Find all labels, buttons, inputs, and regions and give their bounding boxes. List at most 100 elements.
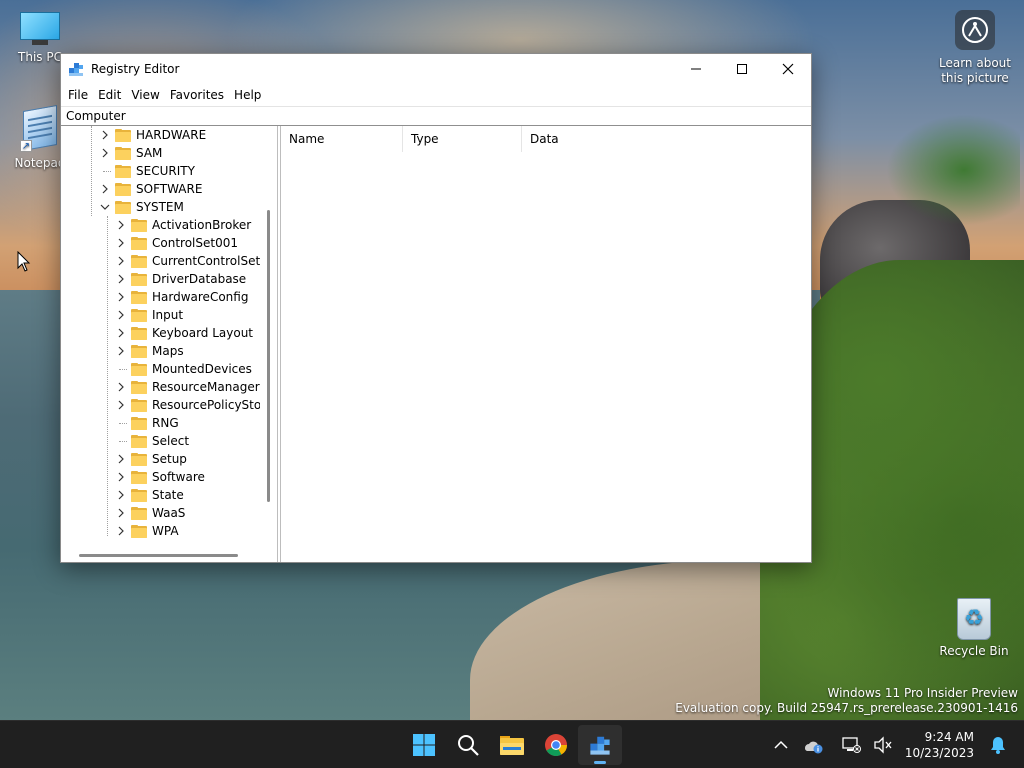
- tree-hscroll-thumb[interactable]: [79, 554, 238, 557]
- chevron-right-icon[interactable]: [115, 234, 127, 252]
- tree-item-input[interactable]: Input: [115, 306, 183, 324]
- learn-about-label: Learn about this picture: [939, 56, 1011, 85]
- menu-file[interactable]: File: [63, 88, 93, 102]
- tree-item-state[interactable]: State: [115, 486, 184, 504]
- chevron-up-icon: [774, 740, 788, 749]
- tree-item-sam[interactable]: SAM: [99, 144, 162, 162]
- registry-editor-window[interactable]: Registry Editor File Edit View Favorites…: [60, 53, 812, 563]
- column-headers: Name Type Data: [281, 125, 811, 152]
- tree-connector: [99, 162, 111, 180]
- tree-item-label: SYSTEM: [136, 200, 184, 214]
- chevron-right-icon[interactable]: [115, 450, 127, 468]
- column-header-data[interactable]: Data: [522, 126, 809, 152]
- show-hidden-icons-button[interactable]: [769, 733, 793, 757]
- registry-editor-button[interactable]: [578, 725, 622, 765]
- chevron-right-icon[interactable]: [115, 288, 127, 306]
- chevron-right-icon[interactable]: [115, 504, 127, 522]
- maximize-icon: [737, 64, 747, 74]
- tree-item-keyboard-layout[interactable]: Keyboard Layout: [115, 324, 253, 342]
- maximize-button[interactable]: [719, 54, 765, 84]
- folder-icon: [115, 128, 131, 142]
- window-title: Registry Editor: [91, 62, 180, 76]
- menu-edit[interactable]: Edit: [93, 88, 126, 102]
- chevron-right-icon[interactable]: [115, 324, 127, 342]
- tree-item-mounteddevices[interactable]: MountedDevices: [115, 360, 252, 378]
- chevron-right-icon[interactable]: [115, 216, 127, 234]
- column-header-name[interactable]: Name: [281, 125, 403, 152]
- chevron-right-icon[interactable]: [99, 180, 111, 198]
- tree-connector: [115, 360, 127, 378]
- tree-item-hardware[interactable]: HARDWARE: [99, 126, 206, 144]
- chevron-right-icon[interactable]: [115, 486, 127, 504]
- tree-item-label: ResourcePolicyStore: [152, 398, 274, 412]
- address-bar[interactable]: Computer: [61, 106, 811, 126]
- registry-app-icon: [590, 736, 610, 755]
- tree-guide-line: [91, 126, 92, 216]
- chevron-right-icon[interactable]: [115, 522, 127, 540]
- tree-item-rng[interactable]: RNG: [115, 414, 179, 432]
- tree-item-label: MountedDevices: [152, 362, 252, 376]
- tree-item-label: SOFTWARE: [136, 182, 203, 196]
- tree-item-waas[interactable]: WaaS: [115, 504, 185, 522]
- folder-icon: [131, 488, 147, 502]
- chevron-right-icon[interactable]: [115, 342, 127, 360]
- folder-icon: [115, 146, 131, 160]
- onedrive-status-button[interactable]: [801, 733, 825, 757]
- tree-item-security[interactable]: SECURITY: [99, 162, 195, 180]
- desktop-icon-recycle-bin[interactable]: ♻ Recycle Bin: [934, 598, 1014, 658]
- notifications-button[interactable]: [986, 733, 1010, 757]
- chevron-right-icon[interactable]: [115, 468, 127, 486]
- tree-item-hardwareconfig[interactable]: HardwareConfig: [115, 288, 248, 306]
- chevron-right-icon[interactable]: [115, 378, 127, 396]
- chevron-right-icon[interactable]: [115, 396, 127, 414]
- tree-item-system[interactable]: SYSTEM: [99, 198, 184, 216]
- chevron-down-icon[interactable]: [99, 198, 111, 216]
- tree-item-resourcepolicystore[interactable]: ResourcePolicyStore: [115, 396, 273, 414]
- title-bar[interactable]: Registry Editor: [61, 54, 811, 84]
- folder-icon: [131, 506, 147, 520]
- tree-scroll-thumb[interactable]: [267, 210, 270, 502]
- file-explorer-button[interactable]: [490, 725, 534, 765]
- tree-item-label: SAM: [136, 146, 163, 160]
- tree-item-label: CurrentControlSet: [152, 254, 261, 268]
- tree-item-controlset001[interactable]: ControlSet001: [115, 234, 238, 252]
- network-status-button[interactable]: [839, 733, 863, 757]
- close-button[interactable]: [765, 54, 811, 84]
- menu-favorites[interactable]: Favorites: [165, 88, 229, 102]
- windows-logo-icon: [413, 734, 435, 756]
- column-header-type[interactable]: Type: [403, 125, 522, 152]
- folder-icon: [131, 452, 147, 466]
- chevron-right-icon[interactable]: [115, 306, 127, 324]
- tree-item-wpa[interactable]: WPA: [115, 522, 179, 540]
- tree-item-setup[interactable]: Setup: [115, 450, 187, 468]
- tree-item-driverdatabase[interactable]: DriverDatabase: [115, 270, 246, 288]
- tree-item-label: ActivationBroker: [152, 218, 252, 232]
- tree-item-select[interactable]: Select: [115, 432, 189, 450]
- tree-item-software[interactable]: SOFTWARE: [99, 180, 202, 198]
- tree-item-maps[interactable]: Maps: [115, 342, 184, 360]
- wallpaper-palm: [880, 110, 1020, 230]
- chevron-right-icon[interactable]: [115, 252, 127, 270]
- tree-vertical-scrollbar[interactable]: [260, 126, 277, 562]
- start-button[interactable]: [402, 725, 446, 765]
- chevron-right-icon[interactable]: [115, 270, 127, 288]
- volume-button[interactable]: [871, 733, 895, 757]
- chevron-right-icon[interactable]: [99, 144, 111, 162]
- tree-horizontal-scrollbar[interactable]: [61, 548, 261, 562]
- tree-item-label: Input: [152, 308, 184, 322]
- tree-item-label: WPA: [152, 524, 179, 538]
- chrome-button[interactable]: [534, 725, 578, 765]
- values-list-pane[interactable]: Name Type Data: [280, 125, 811, 562]
- chevron-right-icon[interactable]: [99, 126, 111, 144]
- menu-help[interactable]: Help: [229, 88, 266, 102]
- key-tree-pane[interactable]: HARDWARE SAM SECURITY SOFTWARE SYSTEM Activat…: [61, 126, 278, 562]
- tree-item-activationbroker[interactable]: ActivationBroker: [115, 216, 251, 234]
- tree-item-software[interactable]: Software: [115, 468, 205, 486]
- tree-item-currentcontrolset[interactable]: CurrentControlSet: [115, 252, 260, 270]
- tree-item-resourcemanager[interactable]: ResourceManager: [115, 378, 260, 396]
- menu-view[interactable]: View: [126, 88, 164, 102]
- learn-about-picture[interactable]: Learn about this picture: [930, 10, 1020, 86]
- search-button[interactable]: [446, 725, 490, 765]
- clock-button[interactable]: 9:24 AM 10/23/2023: [905, 729, 974, 761]
- minimize-button[interactable]: [673, 54, 719, 84]
